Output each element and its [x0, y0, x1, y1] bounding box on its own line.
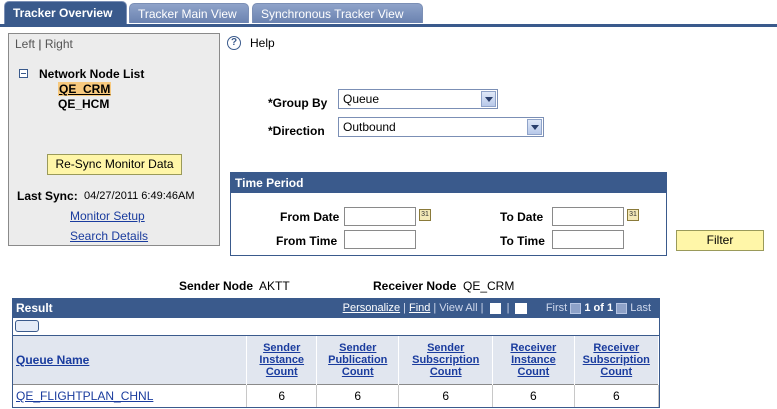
- to-time-input[interactable]: [552, 230, 624, 249]
- node-item-qe-hcm[interactable]: QE_HCM: [58, 97, 109, 111]
- time-period-title: Time Period: [231, 173, 666, 193]
- tab-synchronous-tracker-view[interactable]: Synchronous Tracker View: [252, 3, 423, 23]
- find-link[interactable]: Find: [409, 302, 430, 314]
- table-header-row: Queue Name Sender Instance Count Sender …: [13, 336, 660, 385]
- column-header-receiver-subscription-count[interactable]: Receiver Subscription Count: [574, 336, 660, 385]
- result-grid-header: Result Personalize | Find | View All | | Firs…: [13, 299, 659, 318]
- calendar-icon[interactable]: 31: [627, 209, 639, 221]
- to-date-input[interactable]: [552, 207, 624, 226]
- sender-publication-count-cell: 6: [316, 384, 400, 407]
- time-period-box: Time Period From Date 31 To Date 31 From…: [230, 172, 667, 256]
- direction-select[interactable]: Outbound: [338, 117, 544, 137]
- node-list-title: Network Node List: [39, 67, 145, 81]
- direction-value: Outbound: [343, 120, 396, 134]
- receiver-node-label: Receiver Node: [373, 279, 457, 293]
- result-grid: Result Personalize | Find | View All | | Firs…: [12, 298, 660, 408]
- show-all-columns-icon[interactable]: [15, 320, 39, 332]
- from-date-label: From Date: [280, 210, 340, 224]
- to-date-label: To Date: [500, 210, 544, 224]
- table-row: QE_FLIGHTPLAN_CHNL 6 6 6 6 6: [13, 384, 660, 407]
- last-link[interactable]: Last: [630, 302, 651, 314]
- group-by-label: *Group By: [268, 96, 328, 110]
- grid-icon[interactable]: [515, 302, 528, 314]
- left-label[interactable]: Left: [15, 37, 35, 51]
- resync-monitor-button[interactable]: Re-Sync Monitor Data: [47, 154, 182, 175]
- sender-instance-count-cell: 6: [246, 384, 318, 407]
- help-label[interactable]: Help: [250, 36, 275, 50]
- column-header-queue-name[interactable]: Queue Name: [13, 336, 248, 385]
- from-time-input[interactable]: [344, 230, 416, 249]
- row-range: 1 of 1: [584, 302, 614, 314]
- column-header-sender-subscription-count[interactable]: Sender Subscription Count: [398, 336, 494, 385]
- node-item-qe-crm[interactable]: QE_CRM: [58, 82, 112, 96]
- grid-toolbar: [13, 318, 659, 336]
- group-by-value: Queue: [343, 92, 380, 106]
- column-header-receiver-instance-count[interactable]: Receiver Instance Count: [492, 336, 575, 385]
- sender-subscription-count-cell: 6: [398, 384, 494, 407]
- tab-tracker-overview[interactable]: Tracker Overview: [4, 1, 127, 24]
- next-arrow-icon[interactable]: [616, 302, 628, 314]
- first-link[interactable]: First: [546, 302, 567, 314]
- group-by-select[interactable]: Queue: [338, 89, 498, 109]
- view-all-link[interactable]: View All: [439, 302, 477, 314]
- right-label[interactable]: Right: [45, 37, 73, 51]
- receiver-node-value: QE_CRM: [463, 279, 515, 293]
- search-details-link[interactable]: Search Details: [70, 229, 148, 243]
- last-sync-value: 04/27/2011 6:49:46AM: [84, 190, 195, 202]
- queue-name-cell[interactable]: QE_FLIGHTPLAN_CHNL: [13, 384, 248, 407]
- left-right-toggle: Left | Right: [15, 37, 73, 51]
- help-icon[interactable]: ?: [227, 36, 241, 50]
- from-date-input[interactable]: [344, 207, 416, 226]
- filter-button[interactable]: Filter: [676, 230, 764, 251]
- result-title: Result: [16, 301, 53, 315]
- sender-node-label: Sender Node: [179, 279, 254, 293]
- previous-arrow-icon[interactable]: [570, 302, 582, 314]
- receiver-instance-count-cell: 6: [492, 384, 575, 407]
- calendar-icon[interactable]: 31: [419, 209, 431, 221]
- tab-bar: Tracker Overview Tracker Main View Synch…: [0, 0, 777, 27]
- sender-node-value: AKTT: [259, 279, 290, 293]
- from-time-label: From Time: [276, 234, 338, 248]
- collapse-icon[interactable]: [19, 69, 28, 78]
- direction-label: *Direction: [268, 124, 325, 138]
- to-time-label: To Time: [500, 234, 545, 248]
- queue-name-link[interactable]: QE_FLIGHTPLAN_CHNL: [16, 389, 153, 403]
- grid-navigation: Personalize | Find | View All | | First 1 of …: [342, 302, 651, 314]
- result-table: Queue Name Sender Instance Count Sender …: [13, 336, 660, 407]
- tab-tracker-main-view[interactable]: Tracker Main View: [129, 3, 249, 23]
- last-sync-label: Last Sync:: [17, 189, 78, 203]
- personalize-link[interactable]: Personalize: [343, 302, 400, 314]
- download-icon[interactable]: [489, 302, 501, 314]
- chevron-down-icon[interactable]: [527, 119, 542, 135]
- column-header-sender-publication-count[interactable]: Sender Publication Count: [316, 336, 400, 385]
- monitor-setup-link[interactable]: Monitor Setup: [70, 209, 145, 223]
- chevron-down-icon[interactable]: [481, 91, 496, 107]
- receiver-subscription-count-cell: 6: [574, 384, 660, 407]
- left-panel: Left | Right Network Node List QE_CRM QE…: [8, 33, 220, 246]
- column-header-sender-instance-count[interactable]: Sender Instance Count: [246, 336, 318, 385]
